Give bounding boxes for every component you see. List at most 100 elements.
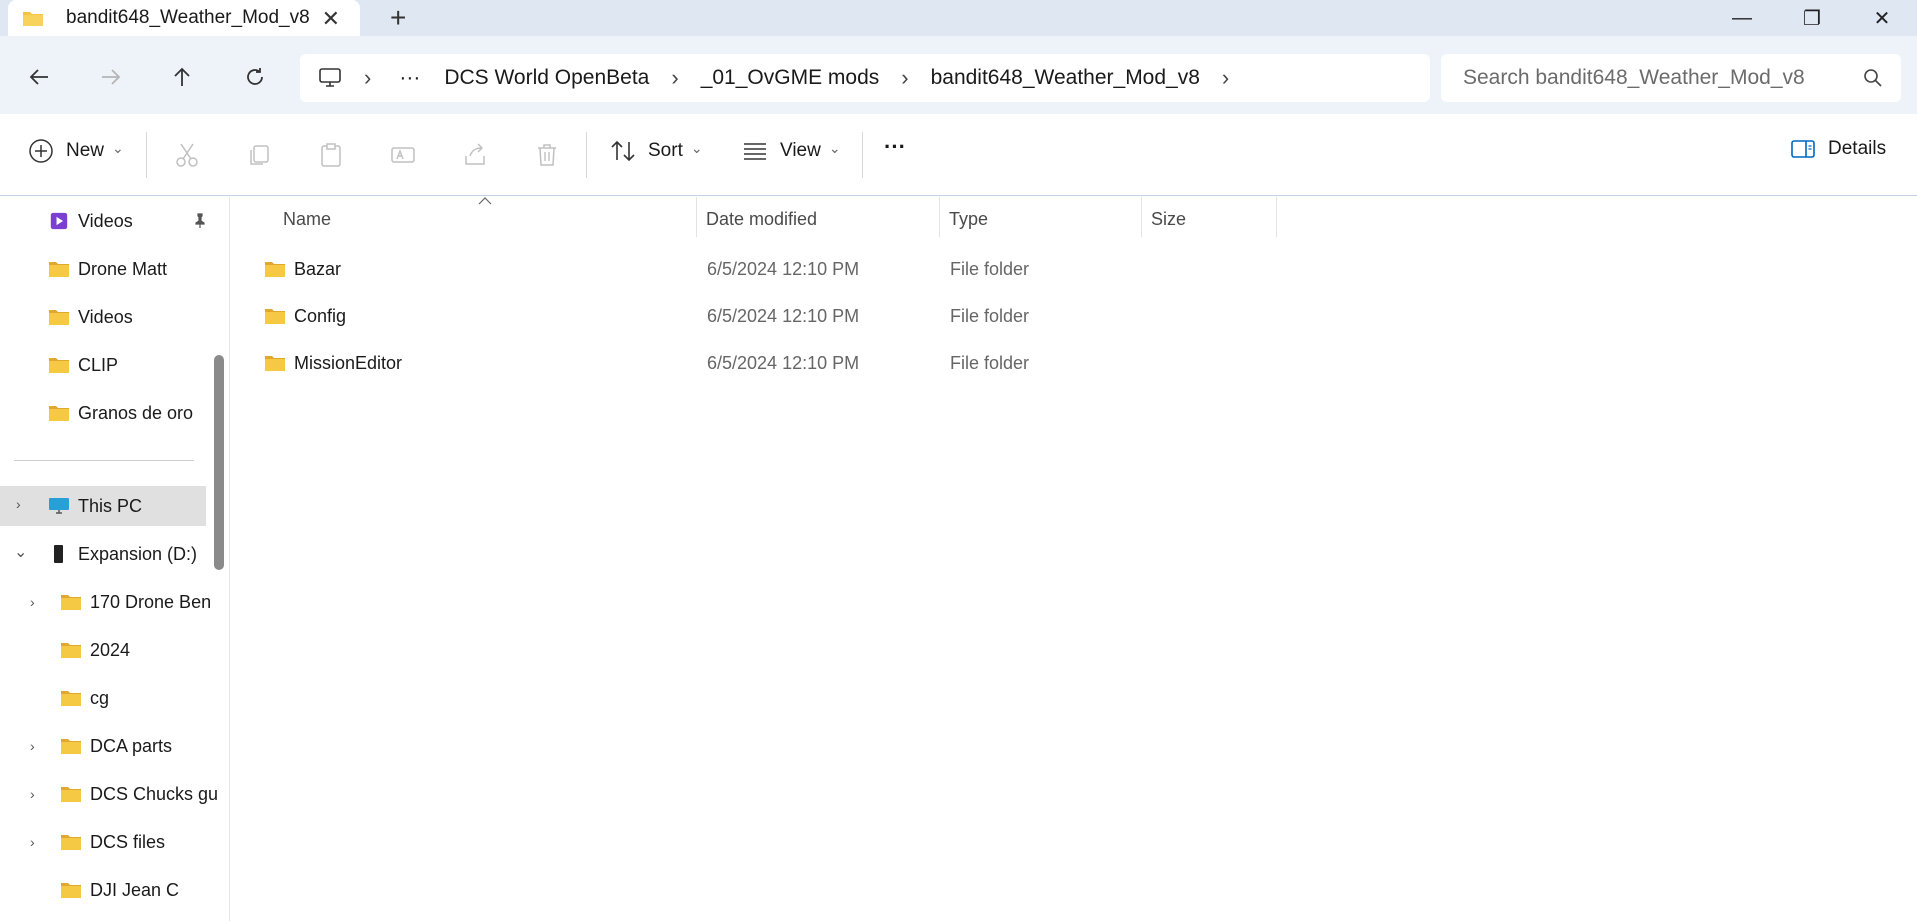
close-button[interactable]: ✕: [1847, 0, 1917, 36]
search-icon: [1864, 69, 1882, 87]
breadcrumb-ovgme-mods[interactable]: _01_OvGME mods: [701, 66, 880, 90]
column-header-name[interactable]: Name: [283, 197, 331, 241]
pin-icon[interactable]: [192, 213, 208, 229]
sidebar-item-dcs-chucks-gu[interactable]: DCS Chucks gu: [60, 774, 218, 814]
file-name: Bazar: [294, 258, 342, 279]
computer-icon: [49, 498, 69, 514]
sidebar-scrollbar[interactable]: [214, 355, 224, 570]
folder-icon: [61, 835, 81, 850]
file-date: 6/5/2024 12:10 PM: [707, 352, 860, 373]
sidebar-item-granos-de-oro[interactable]: Granos de oro: [48, 393, 208, 433]
more-options-button[interactable]: ···: [884, 134, 906, 160]
chevron-down-icon: ⌄: [828, 139, 841, 156]
chevron-right-icon[interactable]: ›: [30, 594, 35, 610]
chevron-right-icon[interactable]: ›: [671, 65, 678, 91]
folder-icon: [49, 358, 69, 373]
chevron-right-icon[interactable]: ›: [1222, 65, 1229, 91]
sidebar-item-2024[interactable]: 2024: [60, 630, 210, 670]
share-icon[interactable]: [462, 142, 488, 168]
delete-icon[interactable]: [534, 142, 560, 168]
copy-icon[interactable]: [246, 142, 272, 168]
sidebar-item-cg[interactable]: cg: [60, 678, 210, 718]
sidebar-item-label: 170 Drone Ben: [90, 591, 212, 612]
sidebar-item-label: Videos: [78, 306, 133, 327]
chevron-right-icon[interactable]: ›: [16, 496, 21, 512]
sort-icon: [611, 140, 635, 162]
sidebar-item-drone-matt[interactable]: Drone Matt: [48, 249, 208, 289]
chevron-down-icon: ⌄: [690, 139, 703, 156]
table-row[interactable]: MissionEditor 6/5/2024 12:10 PM File fol…: [264, 340, 1264, 386]
column-divider[interactable]: [696, 197, 697, 237]
file-type: File folder: [950, 258, 1030, 279]
sidebar-item-videos-pinned[interactable]: Videos: [48, 201, 208, 241]
minimize-button[interactable]: —: [1707, 0, 1777, 36]
chevron-right-icon[interactable]: ›: [30, 738, 35, 754]
sidebar-item-dji-jean-c[interactable]: DJI Jean C: [60, 870, 210, 910]
sidebar-divider: [14, 460, 194, 461]
breadcrumb-dcs-world-openbeta[interactable]: DCS World OpenBeta: [444, 66, 649, 90]
cut-icon[interactable]: [174, 142, 200, 168]
file-date: 6/5/2024 12:10 PM: [707, 305, 860, 326]
table-row[interactable]: Bazar 6/5/2024 12:10 PM File folder: [264, 246, 1264, 292]
navigation-row: › ··· DCS World OpenBeta › _01_OvGME mod…: [0, 36, 1917, 114]
chevron-down-icon: ⌄: [112, 139, 124, 156]
column-divider[interactable]: [1276, 197, 1277, 237]
column-header-date-modified[interactable]: Date modified: [706, 197, 817, 241]
drive-icon: [54, 545, 63, 563]
sidebar-item-label: DCS files: [90, 831, 166, 852]
folder-icon: [61, 643, 81, 658]
paste-icon[interactable]: [318, 142, 344, 168]
chevron-down-icon[interactable]: ⌄: [14, 542, 27, 562]
plus-circle-icon: [29, 139, 53, 163]
column-divider[interactable]: [1141, 197, 1142, 237]
search-input[interactable]: Search bandit648_Weather_Mod_v8: [1441, 54, 1901, 102]
sidebar-item-label: 2024: [90, 639, 131, 660]
column-header-type[interactable]: Type: [949, 197, 988, 241]
close-icon: ✕: [1873, 7, 1891, 30]
arrow-right-icon: [102, 69, 121, 85]
forward-button[interactable]: [96, 62, 126, 92]
breadcrumb-overflow[interactable]: ···: [399, 66, 420, 90]
sidebar-item-dca-parts[interactable]: DCA parts: [60, 726, 210, 766]
sidebar-item-videos[interactable]: Videos: [48, 297, 208, 337]
rename-icon[interactable]: [390, 142, 416, 168]
minimize-icon: —: [1732, 6, 1752, 29]
navigation-pane: Videos Drone Matt Videos CLIP Granos de …: [0, 197, 230, 921]
back-button[interactable]: [24, 62, 54, 92]
videos-icon: [50, 212, 68, 230]
sidebar-item-dcs-files[interactable]: DCS files: [60, 822, 210, 862]
folder-icon: [61, 595, 81, 610]
sidebar-item-this-pc[interactable]: › This PC: [0, 486, 206, 526]
new-tab-button[interactable]: +: [390, 2, 406, 34]
folder-icon: [265, 356, 285, 371]
chevron-right-icon[interactable]: ›: [30, 834, 35, 850]
chevron-right-icon[interactable]: ›: [901, 65, 908, 91]
view-button[interactable]: View ⌄: [742, 138, 841, 164]
sidebar-item-expansion-drive[interactable]: ⌄ Expansion (D:): [0, 534, 206, 574]
refresh-button[interactable]: [240, 62, 270, 92]
column-header-size[interactable]: Size: [1151, 197, 1186, 241]
address-bar[interactable]: › ··· DCS World OpenBeta › _01_OvGME mod…: [300, 54, 1430, 102]
sidebar-item-label: Granos de oro: [78, 402, 194, 423]
sort-button[interactable]: Sort ⌄: [610, 138, 703, 164]
arrow-left-icon: [29, 69, 48, 85]
new-button[interactable]: New ⌄: [28, 138, 124, 164]
breadcrumb-current-folder[interactable]: bandit648_Weather_Mod_v8: [931, 66, 1200, 90]
table-row[interactable]: Config 6/5/2024 12:10 PM File folder: [264, 293, 1264, 339]
chevron-right-icon[interactable]: ›: [30, 786, 35, 802]
arrow-up-icon: [174, 67, 190, 86]
active-tab[interactable]: bandit648_Weather_Mod_v8 ✕: [8, 0, 360, 36]
search-placeholder: Search bandit648_Weather_Mod_v8: [1463, 66, 1805, 89]
folder-icon: [61, 739, 81, 754]
command-bar: New ⌄ Sort ⌄ View ⌄ ··· Details: [0, 114, 1917, 196]
file-type: File folder: [950, 305, 1030, 326]
sidebar-item-label: Videos: [78, 210, 133, 231]
up-button[interactable]: [167, 62, 197, 92]
details-button[interactable]: Details: [1790, 138, 1886, 160]
column-divider[interactable]: [939, 197, 940, 237]
sidebar-item-170-drone-ben[interactable]: 170 Drone Ben: [60, 582, 212, 622]
chevron-right-icon[interactable]: ›: [364, 65, 371, 91]
close-tab-icon[interactable]: ✕: [322, 6, 340, 32]
maximize-button[interactable]: ❐: [1777, 0, 1847, 36]
sidebar-item-clip[interactable]: CLIP: [48, 345, 208, 385]
